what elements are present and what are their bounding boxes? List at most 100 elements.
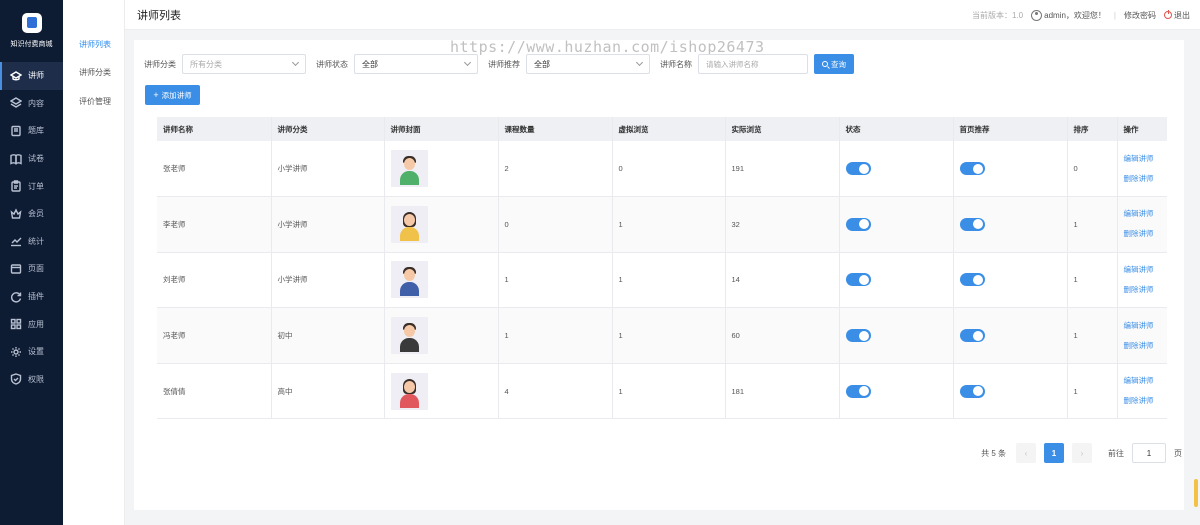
brand-logo[interactable]: 知识付费商城 bbox=[0, 0, 63, 62]
status-filter-label: 讲师状态 bbox=[316, 59, 348, 69]
submenu-item-1[interactable]: 讲师列表 bbox=[63, 30, 124, 59]
nav-item-label: 讲师 bbox=[28, 71, 44, 81]
grid-icon bbox=[10, 318, 22, 330]
delete-teacher-link[interactable]: 删除讲师 bbox=[1124, 391, 1168, 411]
search-button-label: 查询 bbox=[831, 59, 846, 69]
actions-cell: 编辑讲师 删除讲师 bbox=[1117, 141, 1168, 198]
recommend-cell bbox=[953, 252, 1068, 309]
add-teacher-button[interactable]: + 添加讲师 bbox=[145, 85, 200, 105]
edit-teacher-link[interactable]: 编辑讲师 bbox=[1124, 371, 1168, 391]
submenu-item-2[interactable]: 讲师分类 bbox=[63, 59, 124, 88]
table-row: 冯老师 初中 1 1 60 1 编辑讲师 删除讲师 bbox=[157, 307, 1168, 364]
chevron-down-icon bbox=[291, 58, 300, 67]
page-title: 讲师列表 bbox=[137, 9, 181, 22]
edit-teacher-link[interactable]: 编辑讲师 bbox=[1124, 316, 1168, 336]
nav-item-12[interactable]: 权限 bbox=[0, 366, 63, 394]
status-toggle[interactable] bbox=[845, 384, 871, 398]
delete-teacher-link[interactable]: 删除讲师 bbox=[1124, 336, 1168, 356]
actions-cell: 编辑讲师 删除讲师 bbox=[1117, 307, 1168, 364]
table-header-row: 讲师名称 讲师分类 讲师封面 课程数量 虚拟浏览 实际浏览 状态 首页推荐 排序 操作 bbox=[157, 117, 1167, 141]
nav-item-4[interactable]: 试卷 bbox=[0, 145, 63, 173]
category-filter-label: 讲师分类 bbox=[144, 59, 176, 69]
search-button[interactable]: 查询 bbox=[814, 54, 854, 74]
status-cell bbox=[839, 196, 954, 253]
crown-icon bbox=[10, 208, 22, 220]
nav-item-3[interactable]: 题库 bbox=[0, 117, 63, 145]
table-row: 张倩倩 高中 4 1 181 1 编辑讲师 删除讲师 bbox=[157, 363, 1168, 420]
page-1-button[interactable]: 1 bbox=[1044, 443, 1064, 463]
edit-teacher-link[interactable]: 编辑讲师 bbox=[1124, 149, 1168, 169]
homepage-recommend-toggle[interactable] bbox=[959, 273, 985, 287]
user-greeting[interactable]: admin，欢迎您！ bbox=[1031, 9, 1106, 21]
nav-item-1[interactable]: 讲师 bbox=[0, 62, 63, 90]
edit-teacher-link[interactable]: 编辑讲师 bbox=[1124, 204, 1168, 224]
submenu-item-3[interactable]: 评价管理 bbox=[63, 87, 124, 116]
status-toggle[interactable] bbox=[845, 162, 871, 176]
column-header: 操作 bbox=[1117, 117, 1167, 141]
delete-teacher-link[interactable]: 删除讲师 bbox=[1124, 224, 1168, 244]
teacher-avatar bbox=[390, 205, 428, 243]
change-password-link[interactable]: 修改密码 bbox=[1124, 10, 1156, 21]
homepage-recommend-toggle[interactable] bbox=[959, 162, 985, 176]
nav-item-9[interactable]: 插件 bbox=[0, 283, 63, 311]
page-suffix: 页 bbox=[1174, 448, 1182, 458]
teacher-avatar bbox=[390, 317, 428, 355]
homepage-recommend-toggle[interactable] bbox=[959, 217, 985, 231]
teacher-name-cell: 李老师 bbox=[157, 196, 272, 253]
line-chart-icon bbox=[10, 235, 22, 247]
layers-icon bbox=[10, 97, 22, 109]
nav-item-8[interactable]: 页面 bbox=[0, 255, 63, 283]
teacher-name-cell: 刘老师 bbox=[157, 252, 272, 309]
chevron-down-icon bbox=[463, 58, 472, 67]
course-count-cell: 1 bbox=[498, 307, 613, 364]
delete-teacher-link[interactable]: 删除讲师 bbox=[1124, 169, 1168, 189]
column-header: 讲师名称 bbox=[157, 117, 272, 141]
prev-page-button[interactable]: ‹ bbox=[1016, 443, 1036, 463]
recommend-select[interactable]: 全部 bbox=[526, 54, 650, 74]
course-count-cell: 4 bbox=[498, 363, 613, 420]
name-search-input[interactable] bbox=[698, 54, 808, 74]
nav-item-label: 页面 bbox=[28, 264, 44, 274]
chevron-down-icon bbox=[635, 58, 644, 67]
sort-cell: 1 bbox=[1067, 252, 1118, 309]
actions-cell: 编辑讲师 删除讲师 bbox=[1117, 252, 1168, 309]
nav-item-2[interactable]: 内容 bbox=[0, 90, 63, 118]
recommend-cell bbox=[953, 307, 1068, 364]
category-select[interactable]: 所有分类 bbox=[182, 54, 306, 74]
recommend-select-value: 全部 bbox=[534, 59, 550, 69]
logout-text: 退出 bbox=[1174, 10, 1190, 20]
status-select-value: 全部 bbox=[362, 59, 378, 69]
teacher-name-cell: 张倩倩 bbox=[157, 363, 272, 420]
nav-item-7[interactable]: 统计 bbox=[0, 228, 63, 256]
nav-item-label: 订单 bbox=[28, 181, 44, 191]
goto-page-input[interactable] bbox=[1132, 443, 1166, 463]
column-header: 讲师封面 bbox=[384, 117, 499, 141]
brand-logo-icon bbox=[21, 13, 42, 33]
delete-teacher-link[interactable]: 删除讲师 bbox=[1124, 280, 1168, 300]
status-toggle[interactable] bbox=[845, 217, 871, 231]
status-cell bbox=[839, 307, 954, 364]
homepage-recommend-toggle[interactable] bbox=[959, 329, 985, 343]
teacher-category-cell: 小学讲师 bbox=[271, 252, 385, 309]
status-select[interactable]: 全部 bbox=[354, 54, 478, 74]
recommend-cell bbox=[953, 196, 1068, 253]
nav-item-5[interactable]: 订单 bbox=[0, 172, 63, 200]
next-page-button[interactable]: › bbox=[1072, 443, 1092, 463]
recommend-filter-label: 讲师推荐 bbox=[488, 59, 520, 69]
teacher-cover-cell bbox=[384, 307, 499, 364]
status-toggle[interactable] bbox=[845, 273, 871, 287]
logout-link[interactable]: 退出 bbox=[1164, 10, 1190, 21]
nav-item-6[interactable]: 会员 bbox=[0, 200, 63, 228]
virtual-views-cell: 1 bbox=[612, 363, 726, 420]
homepage-recommend-toggle[interactable] bbox=[959, 384, 985, 398]
status-toggle[interactable] bbox=[845, 329, 871, 343]
course-count-cell: 0 bbox=[498, 196, 613, 253]
nav-item-label: 插件 bbox=[28, 292, 44, 302]
nav-item-11[interactable]: 设置 bbox=[0, 338, 63, 366]
nav-item-10[interactable]: 应用 bbox=[0, 310, 63, 338]
teacher-cover-cell bbox=[384, 141, 499, 198]
scroll-indicator[interactable] bbox=[1194, 479, 1198, 507]
edit-teacher-link[interactable]: 编辑讲师 bbox=[1124, 260, 1168, 280]
nav-item-label: 应用 bbox=[28, 319, 44, 329]
recommend-cell bbox=[953, 363, 1068, 420]
